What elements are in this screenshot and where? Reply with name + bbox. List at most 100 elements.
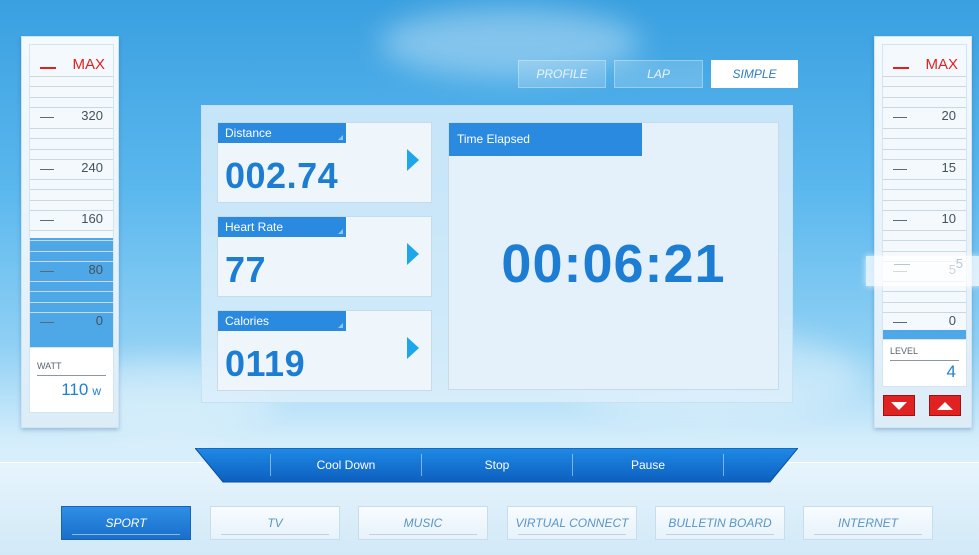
play-arrow-icon[interactable] [407, 337, 419, 359]
tick-label: 240 [81, 160, 103, 175]
minor-tick [30, 189, 113, 191]
minor-tick [30, 148, 113, 150]
minor-tick [30, 96, 113, 98]
minor-tick [30, 250, 113, 252]
time-elapsed-label: Time Elapsed [449, 123, 642, 156]
watt-meter: MAX 320 240 160 80 0 WATT 110 w [21, 36, 119, 428]
watt-label: WATT [37, 361, 62, 371]
nav-tv[interactable]: TV [210, 506, 340, 540]
cool-down-label: Cool Down [316, 458, 376, 472]
nav-label: VIRTUAL CONNECT [515, 516, 629, 530]
level-max-marker: MAX [883, 56, 966, 73]
heart-rate-card[interactable]: Heart Rate 77 [217, 216, 432, 297]
minor-tick [30, 281, 113, 283]
arrow-down-icon [891, 401, 907, 410]
minor-tick [30, 291, 113, 293]
tick-label: 15 [941, 160, 956, 175]
heart-rate-label: Heart Rate [218, 217, 346, 237]
nav-label: TV [267, 516, 283, 530]
nav-sport[interactable]: SPORT [61, 506, 191, 540]
stop-label: Stop [484, 458, 510, 472]
minor-tick [883, 230, 966, 232]
level-value: 4 [946, 362, 956, 381]
nav-label: MUSIC [403, 516, 443, 530]
workout-stats-panel: Distance 002.74 Heart Rate 77 Calories 0… [201, 105, 793, 403]
minor-tick [883, 96, 966, 98]
level-readout: LEVEL 4 [882, 339, 967, 387]
minor-tick [883, 148, 966, 150]
level-max-label: MAX [925, 56, 958, 73]
workout-control-bar: Cool Down Stop Pause [195, 448, 798, 486]
calories-label: Calories [218, 311, 346, 331]
tick-label: 0 [948, 313, 956, 328]
minor-tick [30, 128, 113, 130]
nav-bulletin-board[interactable]: BULLETIN BOARD [655, 506, 785, 540]
arrow-up-icon [937, 401, 953, 410]
tick-label: 10 [941, 211, 956, 226]
nav-label: INTERNET [838, 516, 898, 530]
minor-tick [30, 86, 113, 88]
level-meter: MAX 20 15 10 5 0 LEVEL 4 [874, 36, 972, 428]
minor-tick [30, 76, 113, 78]
level-label: LEVEL [890, 346, 919, 356]
watt-max-marker: MAX [30, 56, 113, 73]
tick-label: 320 [81, 108, 103, 123]
distance-label: Distance [218, 123, 346, 143]
level-up-button[interactable] [929, 395, 961, 416]
heart-rate-value: 77 [225, 249, 267, 290]
watt-value: 110 [61, 380, 89, 399]
tab-lap[interactable]: LAP [614, 60, 703, 88]
tick-label: 20 [941, 108, 956, 123]
major-tick: 240 [30, 160, 113, 175]
calories-value: 0119 [225, 343, 306, 384]
minor-tick [883, 76, 966, 78]
major-tick: 0 [30, 313, 113, 328]
nav-music[interactable]: MUSIC [358, 506, 488, 540]
minor-tick [30, 301, 113, 303]
major-tick: 10 [883, 211, 966, 226]
stop-button[interactable]: Stop [422, 454, 572, 476]
level-down-button[interactable] [883, 395, 915, 416]
minor-tick [883, 179, 966, 181]
nav-internet[interactable]: INTERNET [803, 506, 933, 540]
minor-tick [883, 128, 966, 130]
play-arrow-icon[interactable] [407, 243, 419, 265]
minor-tick [30, 230, 113, 232]
distance-card[interactable]: Distance 002.74 [217, 122, 432, 203]
level-slider-handle[interactable]: 5 [866, 256, 979, 286]
minor-tick [883, 189, 966, 191]
tick-label: 80 [88, 262, 103, 277]
distance-value: 002.74 [225, 155, 339, 196]
time-elapsed-card: Time Elapsed 00:06:21 [448, 122, 779, 390]
major-tick: 20 [883, 108, 966, 123]
minor-tick [883, 301, 966, 303]
watt-readout: WATT 110 w [29, 347, 114, 413]
minor-tick [30, 199, 113, 201]
minor-tick [883, 199, 966, 201]
calories-card[interactable]: Calories 0119 [217, 310, 432, 391]
play-arrow-icon[interactable] [407, 149, 419, 171]
cool-down-button[interactable]: Cool Down [271, 454, 421, 476]
level-scale: MAX 20 15 10 5 0 [882, 44, 967, 369]
minor-tick [30, 138, 113, 140]
pause-button[interactable]: Pause [573, 454, 723, 476]
tab-label: PROFILE [536, 67, 588, 81]
tab-label: LAP [647, 67, 670, 81]
minor-tick [883, 138, 966, 140]
nav-virtual-connect[interactable]: VIRTUAL CONNECT [507, 506, 637, 540]
major-tick: 80 [30, 262, 113, 277]
nav-label: BULLETIN BOARD [668, 516, 772, 530]
major-tick: 320 [30, 108, 113, 123]
major-tick: 15 [883, 160, 966, 175]
watt-max-label: MAX [72, 56, 105, 73]
watt-unit: w [92, 384, 101, 398]
minor-tick [883, 250, 966, 252]
minor-tick [883, 240, 966, 242]
time-elapsed-value: 00:06:21 [501, 234, 726, 294]
tab-label: SIMPLE [732, 67, 777, 81]
pause-label: Pause [630, 458, 666, 472]
tab-simple[interactable]: SIMPLE [711, 60, 798, 88]
nav-label: SPORT [105, 516, 147, 530]
minor-tick [30, 240, 113, 242]
tab-profile[interactable]: PROFILE [518, 60, 606, 88]
